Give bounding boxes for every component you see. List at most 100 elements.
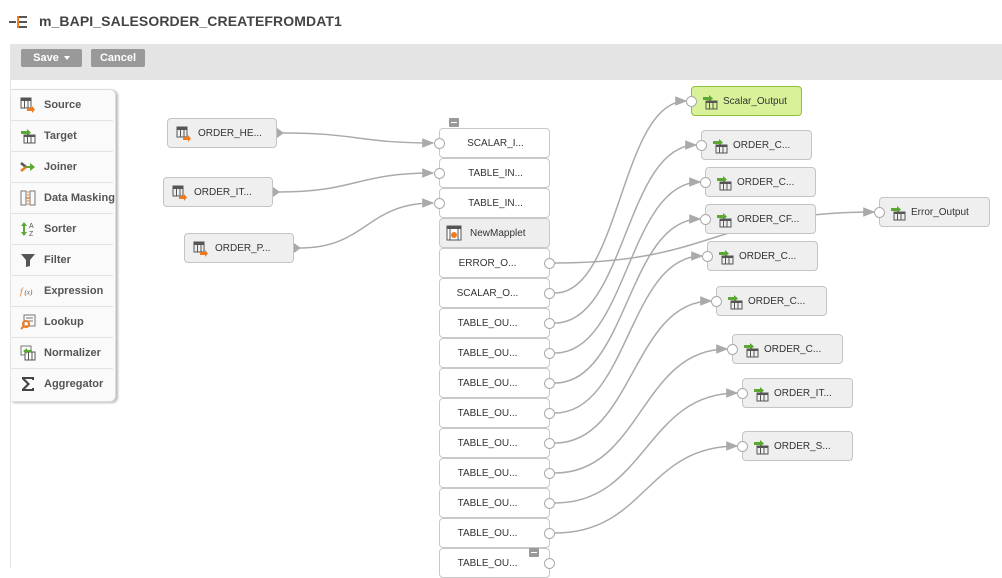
target-label: ORDER_C... — [739, 251, 797, 262]
mapplet-output-port[interactable]: TABLE_OU... — [439, 458, 550, 488]
port-connector[interactable] — [544, 408, 555, 419]
link-wire[interactable] — [554, 214, 702, 384]
port-connector[interactable] — [544, 558, 555, 569]
palette-item-label: Filter — [44, 254, 71, 266]
svg-text:(x): (x) — [24, 289, 33, 297]
target-port-connector[interactable] — [686, 96, 697, 107]
palette-item-data-masking[interactable]: Data Masking — [11, 183, 115, 214]
target-port-connector[interactable] — [711, 296, 722, 307]
collapse-top-button[interactable] — [449, 118, 459, 127]
target-port-connector[interactable] — [874, 207, 885, 218]
link-wire[interactable] — [554, 344, 729, 474]
svg-text:Z: Z — [29, 231, 34, 237]
link-wire[interactable] — [278, 168, 435, 193]
palette-item-expression[interactable]: f (x) Expression — [11, 276, 113, 307]
save-button[interactable]: Save — [21, 49, 82, 67]
mapplet-output-port[interactable]: TABLE_OU... — [439, 518, 550, 548]
port-connector[interactable] — [544, 528, 555, 539]
target-node[interactable]: ORDER_C... — [707, 241, 818, 271]
palette-item-filter[interactable]: Filter — [11, 245, 113, 276]
target-node[interactable]: ORDER_C... — [716, 286, 827, 316]
port-connector[interactable] — [544, 378, 555, 389]
target-node[interactable]: ORDER_CF... — [705, 204, 816, 234]
palette-item-lookup[interactable]: Lookup — [11, 307, 113, 338]
port-connector[interactable] — [544, 288, 555, 299]
link-wire[interactable] — [554, 441, 739, 534]
target-label: Error_Output — [911, 207, 969, 218]
target-port-connector[interactable] — [702, 251, 713, 262]
port-connector[interactable] — [434, 138, 445, 149]
target-icon — [754, 440, 769, 455]
port-connector[interactable] — [544, 348, 555, 359]
target-port-connector[interactable] — [737, 388, 748, 399]
palette-item-sorter[interactable]: AZ Sorter — [11, 214, 113, 245]
source-node[interactable]: ORDER_HE... — [167, 118, 277, 148]
mapplet-output-port[interactable]: ERROR_O... — [439, 248, 550, 278]
link-wire[interactable] — [554, 388, 739, 504]
port-connector[interactable] — [544, 258, 555, 269]
palette-item-joiner[interactable]: Joiner — [11, 152, 113, 183]
port-label: SCALAR_I... — [467, 138, 524, 149]
palette-item-target[interactable]: Target — [11, 121, 113, 152]
source-node[interactable]: ORDER_P... — [184, 233, 294, 263]
target-node[interactable]: ORDER_C... — [701, 130, 812, 160]
target-port-connector[interactable] — [696, 140, 707, 151]
palette-item-label: Data Masking — [44, 192, 115, 204]
target-node[interactable]: ORDER_IT... — [742, 378, 853, 408]
port-label: TABLE_OU... — [457, 468, 518, 479]
target-label: ORDER_CF... — [737, 214, 800, 225]
mapplet-output-port[interactable]: SCALAR_O... — [439, 278, 550, 308]
collapse-bottom-button[interactable] — [529, 548, 539, 557]
link-wire[interactable] — [299, 198, 435, 249]
target-node[interactable]: ORDER_S... — [742, 431, 853, 461]
mapplet-output-port[interactable]: TABLE_OU... — [439, 338, 550, 368]
source-label: ORDER_HE... — [198, 128, 262, 139]
mapping-title: m_BAPI_SALESORDER_CREATEFROMDAT1 — [39, 13, 342, 29]
joiner-icon — [20, 162, 35, 172]
target-node[interactable]: ORDER_C... — [705, 167, 816, 197]
port-connector[interactable] — [544, 498, 555, 509]
mapplet-name: NewMapplet — [470, 228, 526, 239]
port-label: TABLE_OU... — [457, 498, 518, 509]
mapplet-header[interactable]: NewMapplet — [439, 218, 550, 248]
port-label: TABLE_IN... — [468, 168, 523, 179]
mapplet-output-port[interactable]: TABLE_OU... — [439, 428, 550, 458]
link-wire[interactable] — [554, 96, 688, 294]
mapplet-output-port[interactable]: TABLE_OU... — [439, 368, 550, 398]
palette-item-source[interactable]: Source — [11, 90, 113, 121]
target-node[interactable]: Error_Output — [879, 197, 990, 227]
filter-icon — [21, 254, 35, 267]
palette-item-aggregator[interactable]: Aggregator — [11, 369, 113, 400]
data-masking-icon — [20, 190, 36, 206]
target-icon — [891, 206, 906, 221]
link-wire[interactable] — [554, 177, 702, 354]
mapplet-input-port[interactable]: TABLE_IN... — [439, 158, 550, 188]
toolbar: Save Cancel — [10, 44, 1002, 80]
port-connector[interactable] — [544, 468, 555, 479]
target-port-connector[interactable] — [727, 344, 738, 355]
sorter-icon: AZ — [21, 222, 34, 237]
port-connector[interactable] — [544, 438, 555, 449]
link-wire[interactable] — [554, 140, 698, 324]
mapplet-input-port[interactable]: TABLE_IN... — [439, 188, 550, 218]
target-node[interactable]: ORDER_C... — [732, 334, 843, 364]
mapplet-input-port[interactable]: SCALAR_I... — [439, 128, 550, 158]
target-port-connector[interactable] — [737, 441, 748, 452]
port-connector[interactable] — [434, 168, 445, 179]
target-port-connector[interactable] — [700, 214, 711, 225]
source-node[interactable]: ORDER_IT... — [163, 177, 273, 207]
link-wire[interactable] — [554, 296, 713, 444]
palette-item-normalizer[interactable]: Normalizer — [11, 338, 113, 369]
link-wire[interactable] — [282, 132, 435, 148]
mapplet-output-port[interactable]: TABLE_OU... — [439, 308, 550, 338]
palette-item-label: Normalizer — [44, 347, 101, 359]
cancel-button[interactable]: Cancel — [91, 49, 145, 67]
link-wire[interactable] — [554, 251, 704, 414]
source-label: ORDER_P... — [215, 243, 271, 254]
port-connector[interactable] — [544, 318, 555, 329]
mapplet-output-port[interactable]: TABLE_OU... — [439, 488, 550, 518]
port-connector[interactable] — [434, 198, 445, 209]
mapplet-output-port[interactable]: TABLE_OU... — [439, 398, 550, 428]
target-port-connector[interactable] — [700, 177, 711, 188]
target-node[interactable]: Scalar_Output — [691, 86, 802, 116]
